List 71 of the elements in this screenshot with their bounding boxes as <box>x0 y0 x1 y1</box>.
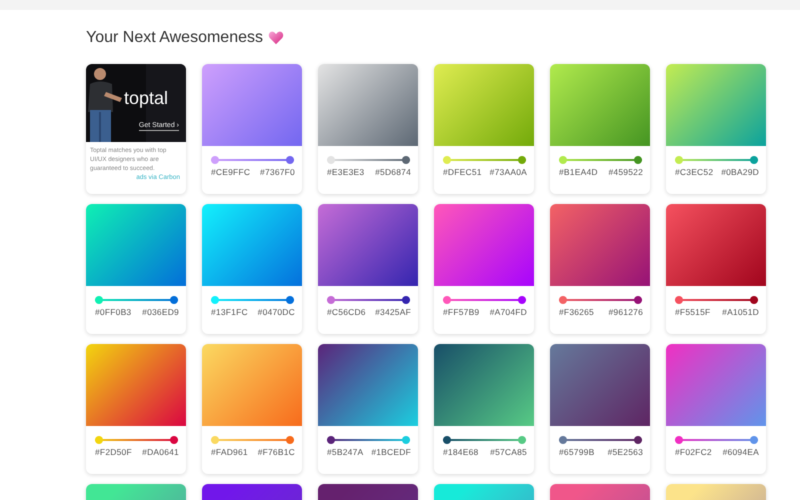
color-stop-dot <box>95 296 103 304</box>
hex-code: #E3E3E3 <box>327 167 364 177</box>
hex-code: #A1051D <box>722 307 759 317</box>
color-stop-dot <box>750 296 758 304</box>
hex-code: #3425AF <box>375 307 411 317</box>
color-stop-dot <box>286 156 294 164</box>
hex-code: #1BCEDF <box>371 447 411 457</box>
ad-logo: toptal <box>124 88 168 109</box>
color-stop-dot <box>327 296 335 304</box>
hex-code: #13F1FC <box>211 307 248 317</box>
color-stop-dot <box>634 156 642 164</box>
color-stop-dot <box>211 296 219 304</box>
hex-code: #DA0641 <box>142 447 179 457</box>
color-stop-dot <box>559 296 567 304</box>
color-stop-dot <box>211 156 219 164</box>
hex-code: #FAD961 <box>211 447 248 457</box>
hex-code: #65799B <box>559 447 594 457</box>
color-stop-dot <box>402 296 410 304</box>
hex-code: #FF57B9 <box>443 307 480 317</box>
hex-code: #5B247A <box>327 447 364 457</box>
color-stop-dot <box>327 436 335 444</box>
color-stop-dot <box>675 296 683 304</box>
color-stop-dot <box>327 156 335 164</box>
hex-code: #C3EC52 <box>675 167 714 177</box>
hex-code: #0FF0B3 <box>95 307 132 317</box>
color-stop-dot <box>675 156 683 164</box>
hex-code: #961276 <box>608 307 643 317</box>
hex-code: #184E68 <box>443 447 478 457</box>
color-stop-dot <box>170 296 178 304</box>
hex-code: #6094EA <box>722 447 759 457</box>
hex-code: #5D6874 <box>375 167 411 177</box>
color-stop-dot <box>675 436 683 444</box>
color-stop-dot <box>211 436 219 444</box>
hex-code: #B1EA4D <box>559 167 598 177</box>
color-stop-dot <box>286 296 294 304</box>
hex-code: #F36265 <box>559 307 594 317</box>
hex-code: #57CA85 <box>490 447 527 457</box>
hex-code: #DFEC51 <box>443 167 482 177</box>
hex-code: #F2D50F <box>95 447 132 457</box>
color-stop-dot <box>750 436 758 444</box>
hex-code: #5E2563 <box>608 447 643 457</box>
color-stop-dot <box>402 156 410 164</box>
color-stop-dot <box>750 156 758 164</box>
heart-icon <box>268 31 284 45</box>
color-stop-dot <box>443 156 451 164</box>
hex-code: #0470DC <box>258 307 295 317</box>
hex-code: #F76B1C <box>258 447 295 457</box>
color-stop-dot <box>95 436 103 444</box>
hex-code: #0BA29D <box>721 167 759 177</box>
color-stop-dot <box>559 436 567 444</box>
color-stop-dot <box>634 296 642 304</box>
color-stop-dot <box>518 296 526 304</box>
hex-code: #7367F0 <box>260 167 295 177</box>
color-stop-dot <box>634 436 642 444</box>
color-stop-dot <box>402 436 410 444</box>
color-stop-dot <box>286 436 294 444</box>
hex-code: #A704FD <box>490 307 527 317</box>
page-heading: Your Next Awesomeness <box>86 29 263 47</box>
color-stop-dot <box>559 156 567 164</box>
color-stop-dot <box>443 436 451 444</box>
color-stop-dot <box>170 436 178 444</box>
hex-code: #73AA0A <box>490 167 527 177</box>
color-stop-dot <box>443 296 451 304</box>
hex-code: #036ED9 <box>142 307 179 317</box>
color-stop-dot <box>518 436 526 444</box>
hex-code: #F02FC2 <box>675 447 712 457</box>
color-stop-dot <box>518 156 526 164</box>
hex-code: #F5515F <box>675 307 710 317</box>
hex-code: #CE9FFC <box>211 167 250 177</box>
hex-code: #459522 <box>608 167 643 177</box>
hex-code: #C56CD6 <box>327 307 366 317</box>
